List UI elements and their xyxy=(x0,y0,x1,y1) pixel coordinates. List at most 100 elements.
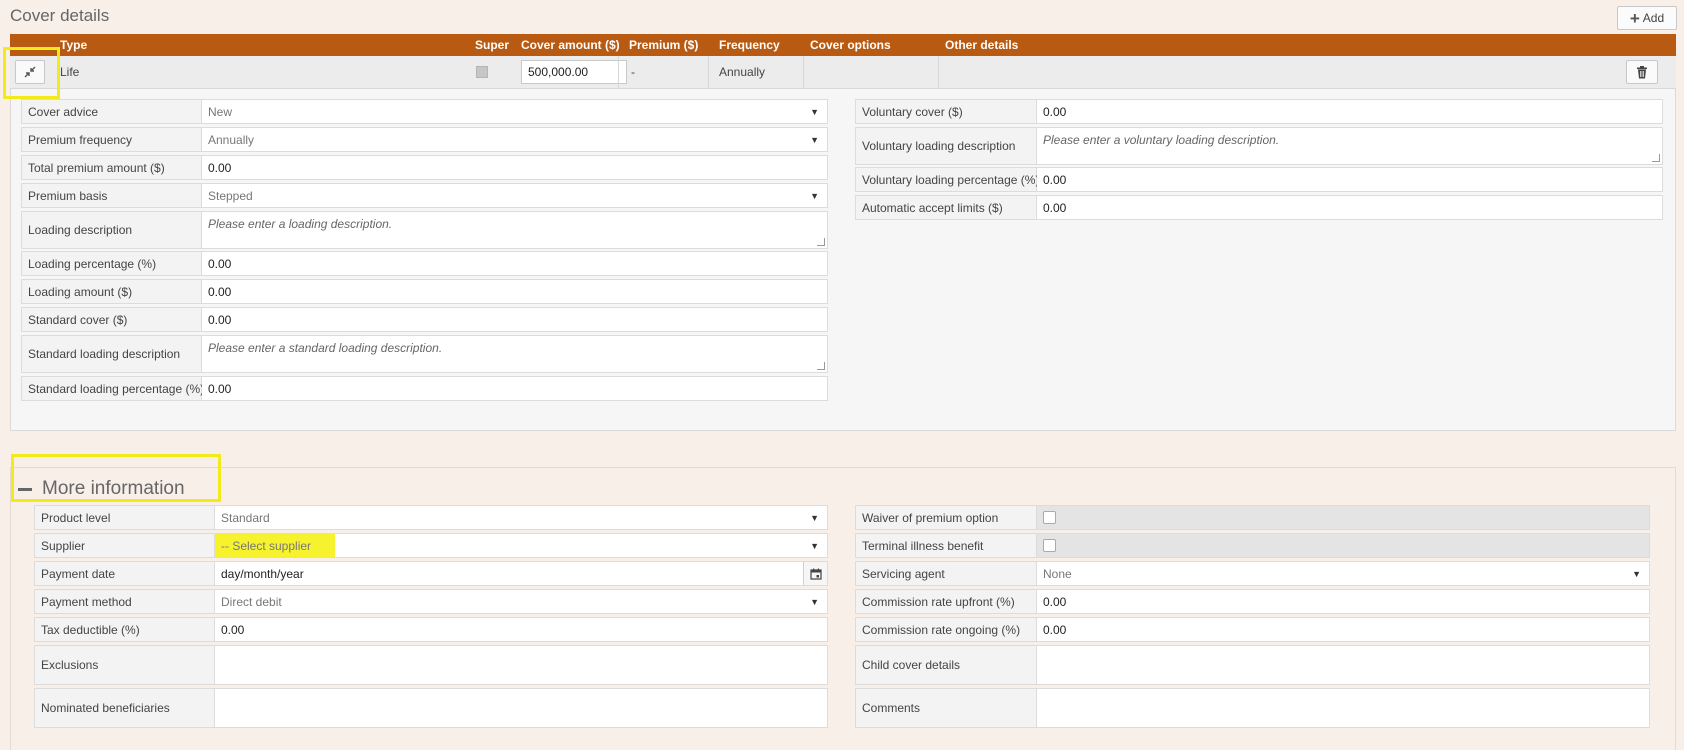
child-cover-details-textarea[interactable] xyxy=(1037,646,1649,684)
waiver-of-premium-cell xyxy=(1037,506,1649,529)
product-level-field[interactable]: Product level Standard ▼ xyxy=(34,505,828,530)
commission-upfront-field[interactable]: Commission rate upfront (%) 0.00 xyxy=(855,589,1650,614)
standard-loading-percentage-input[interactable]: 0.00 xyxy=(202,377,827,400)
nominated-beneficiaries-textarea[interactable] xyxy=(215,689,827,727)
standard-cover-input[interactable]: 0.00 xyxy=(202,308,827,331)
total-premium-input[interactable]: 0.00 xyxy=(202,156,827,179)
delete-cover-button[interactable] xyxy=(1626,60,1658,84)
commission-ongoing-field[interactable]: Commission rate ongoing (%) 0.00 xyxy=(855,617,1650,642)
dropdown-caret-icon: ▼ xyxy=(810,106,819,117)
loading-description-textarea[interactable]: Please enter a loading description. xyxy=(202,212,827,248)
supplier-select[interactable]: -- Select supplier ▼ xyxy=(215,534,827,557)
payment-method-label: Payment method xyxy=(35,590,215,613)
automatic-accept-limits-label: Automatic accept limits ($) xyxy=(856,196,1037,219)
loading-percentage-input[interactable]: 0.00 xyxy=(202,252,827,275)
payment-date-field[interactable]: Payment date day/month/year xyxy=(34,561,828,586)
add-cover-button[interactable]: + Add xyxy=(1617,6,1677,30)
total-premium-field[interactable]: Total premium amount ($) 0.00 xyxy=(21,155,828,180)
header-cover-amount: Cover amount ($) xyxy=(521,38,620,52)
commission-ongoing-input[interactable]: 0.00 xyxy=(1037,618,1649,641)
comments-field[interactable]: Comments xyxy=(855,688,1650,728)
payment-date-label: Payment date xyxy=(35,562,215,585)
comments-label: Comments xyxy=(856,689,1037,727)
supplier-field[interactable]: Supplier -- Select supplier ▼ xyxy=(34,533,828,558)
premium-basis-field[interactable]: Premium basis Stepped ▼ xyxy=(21,183,828,208)
tax-deductible-field[interactable]: Tax deductible (%) 0.00 xyxy=(34,617,828,642)
waiver-of-premium-field[interactable]: Waiver of premium option xyxy=(855,505,1650,530)
loading-amount-input[interactable]: 0.00 xyxy=(202,280,827,303)
comments-textarea[interactable] xyxy=(1037,689,1649,727)
resize-handle-icon[interactable] xyxy=(817,238,825,246)
header-premium: Premium ($) xyxy=(629,38,699,52)
exclusions-textarea[interactable] xyxy=(215,646,827,684)
dropdown-caret-icon: ▼ xyxy=(1632,568,1641,579)
voluntary-loading-description-placeholder: Please enter a voluntary loading descrip… xyxy=(1043,133,1280,147)
voluntary-loading-percentage-field[interactable]: Voluntary loading percentage (%) 0.00 xyxy=(855,167,1663,192)
waiver-of-premium-checkbox[interactable] xyxy=(1043,511,1056,524)
standard-loading-description-field[interactable]: Standard loading description Please ente… xyxy=(21,335,828,373)
total-premium-label: Total premium amount ($) xyxy=(22,156,202,179)
standard-loading-percentage-field[interactable]: Standard loading percentage (%) 0.00 xyxy=(21,376,828,401)
product-level-value: Standard xyxy=(221,510,270,525)
commission-ongoing-label: Commission rate ongoing (%) xyxy=(856,618,1037,641)
cover-amount-input[interactable] xyxy=(521,60,627,84)
cover-advice-value: New xyxy=(208,104,233,119)
cover-table-header: Type Super Cover amount ($) Premium ($) … xyxy=(10,34,1676,56)
payment-method-field[interactable]: Payment method Direct debit ▼ xyxy=(34,589,828,614)
servicing-agent-field[interactable]: Servicing agent None ▼ xyxy=(855,561,1650,586)
column-divider xyxy=(708,56,709,89)
minus-icon xyxy=(18,487,32,491)
tax-deductible-label: Tax deductible (%) xyxy=(35,618,215,641)
premium-frequency-value: Annually xyxy=(208,132,255,147)
voluntary-cover-input[interactable]: 0.00 xyxy=(1037,100,1662,123)
loading-amount-field[interactable]: Loading amount ($) 0.00 xyxy=(21,279,828,304)
tax-deductible-input[interactable]: 0.00 xyxy=(215,618,827,641)
row-frequency: Annually xyxy=(719,65,766,79)
premium-frequency-field[interactable]: Premium frequency Annually ▼ xyxy=(21,127,828,152)
super-checkbox[interactable] xyxy=(476,66,488,78)
payment-date-input[interactable]: day/month/year xyxy=(215,562,827,585)
resize-handle-icon[interactable] xyxy=(817,362,825,370)
resize-handle-icon[interactable] xyxy=(1652,154,1660,162)
commission-upfront-input[interactable]: 0.00 xyxy=(1037,590,1649,613)
terminal-illness-checkbox[interactable] xyxy=(1043,539,1056,552)
more-information-toggle[interactable]: More information xyxy=(18,478,185,500)
header-other-details: Other details xyxy=(945,38,1019,52)
voluntary-loading-percentage-input[interactable]: 0.00 xyxy=(1037,168,1662,191)
dropdown-caret-icon: ▼ xyxy=(810,540,819,551)
voluntary-loading-description-textarea[interactable]: Please enter a voluntary loading descrip… xyxy=(1037,128,1662,164)
terminal-illness-field[interactable]: Terminal illness benefit xyxy=(855,533,1650,558)
child-cover-details-field[interactable]: Child cover details xyxy=(855,645,1650,685)
product-level-select[interactable]: Standard ▼ xyxy=(215,506,827,529)
voluntary-cover-field[interactable]: Voluntary cover ($) 0.00 xyxy=(855,99,1663,124)
header-cover-options: Cover options xyxy=(810,38,891,52)
dropdown-caret-icon: ▼ xyxy=(810,512,819,523)
servicing-agent-select[interactable]: None ▼ xyxy=(1037,562,1649,585)
loading-percentage-field[interactable]: Loading percentage (%) 0.00 xyxy=(21,251,828,276)
collapse-row-button[interactable] xyxy=(15,60,45,84)
standard-loading-description-label: Standard loading description xyxy=(22,336,202,372)
premium-basis-label: Premium basis xyxy=(22,184,202,207)
calendar-button[interactable] xyxy=(803,562,827,585)
automatic-accept-limits-input[interactable]: 0.00 xyxy=(1037,196,1662,219)
voluntary-loading-description-field[interactable]: Voluntary loading description Please ent… xyxy=(855,127,1663,165)
terminal-illness-cell xyxy=(1037,534,1649,557)
premium-basis-select[interactable]: Stepped ▼ xyxy=(202,184,827,207)
voluntary-loading-percentage-label: Voluntary loading percentage (%) xyxy=(856,168,1039,191)
premium-frequency-select[interactable]: Annually ▼ xyxy=(202,128,827,151)
standard-cover-field[interactable]: Standard cover ($) 0.00 xyxy=(21,307,828,332)
voluntary-loading-description-label: Voluntary loading description xyxy=(856,128,1037,164)
payment-method-select[interactable]: Direct debit ▼ xyxy=(215,590,827,613)
standard-loading-description-textarea[interactable]: Please enter a standard loading descript… xyxy=(202,336,827,372)
exclusions-field[interactable]: Exclusions xyxy=(34,645,828,685)
nominated-beneficiaries-field[interactable]: Nominated beneficiaries xyxy=(34,688,828,728)
cover-advice-field[interactable]: Cover advice New ▼ xyxy=(21,99,828,124)
cover-advice-select[interactable]: New ▼ xyxy=(202,100,827,123)
loading-description-label: Loading description xyxy=(22,212,202,248)
table-row: Life - Annually xyxy=(10,56,1676,89)
waiver-of-premium-label: Waiver of premium option xyxy=(856,506,1037,529)
automatic-accept-limits-field[interactable]: Automatic accept limits ($) 0.00 xyxy=(855,195,1663,220)
servicing-agent-value: None xyxy=(1043,566,1072,581)
plus-icon: + xyxy=(1629,8,1640,28)
loading-description-field[interactable]: Loading description Please enter a loadi… xyxy=(21,211,828,249)
